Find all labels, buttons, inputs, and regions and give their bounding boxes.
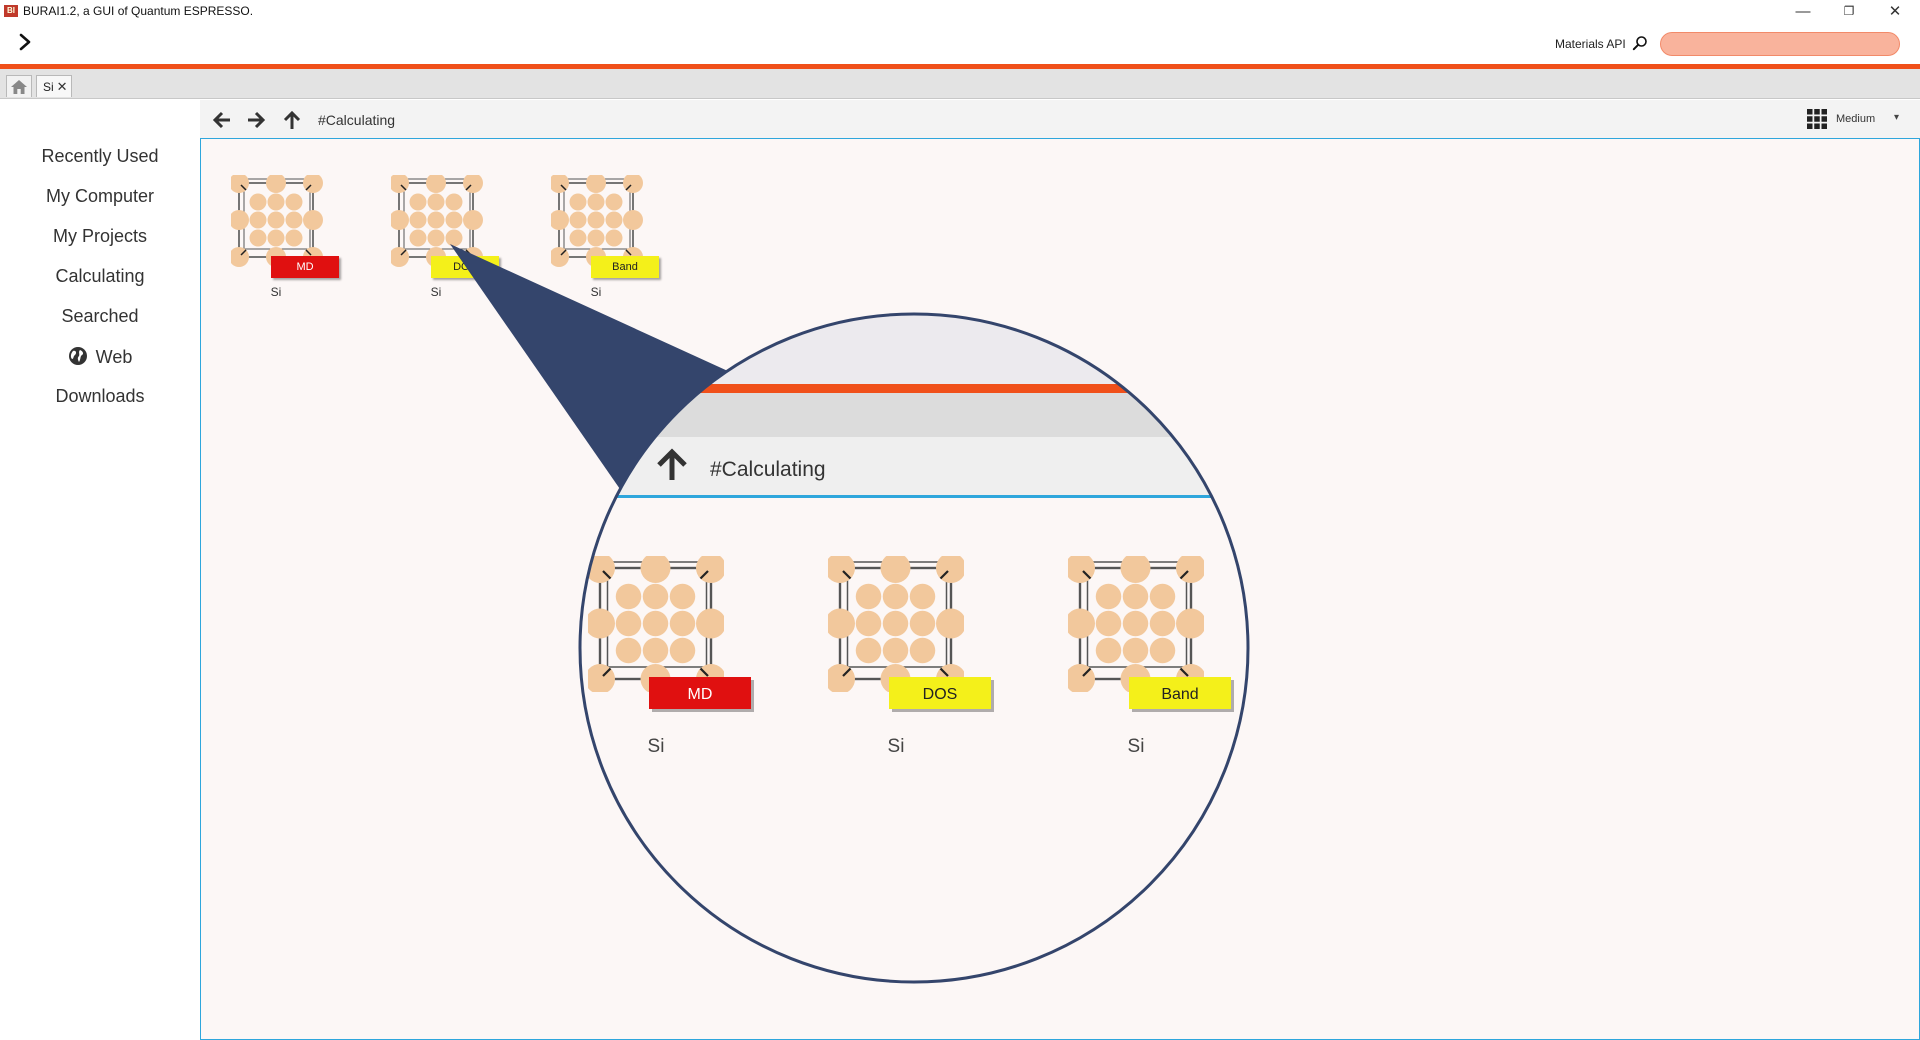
file-name: Si xyxy=(430,285,442,299)
tab-si[interactable]: Si ✕ xyxy=(36,75,72,97)
home-icon xyxy=(11,79,27,94)
file-item[interactable]: MD Si xyxy=(231,175,341,315)
globe-icon xyxy=(68,347,87,365)
chevron-right-icon[interactable] xyxy=(14,30,36,54)
file-browser-pane: MD Si DOS Si Band Si xyxy=(200,138,1920,1040)
sidebar-item-calculating[interactable]: Calculating xyxy=(0,266,200,287)
navigation-bar: #Calculating Medium ▾ xyxy=(200,100,1920,138)
app-icon: BI xyxy=(4,5,18,17)
view-size-select[interactable]: Medium xyxy=(1836,113,1875,125)
arrow-up-icon xyxy=(283,110,301,129)
crystal-structure-icon xyxy=(551,175,643,267)
sidebar-item-label: Web xyxy=(95,347,133,367)
calc-tag-md: MD xyxy=(271,256,339,278)
sidebar: Recently Used My Computer My Projects Ca… xyxy=(0,138,200,1040)
crystal-structure-icon xyxy=(391,175,483,267)
arrow-right-icon xyxy=(248,111,266,129)
back-button[interactable] xyxy=(210,108,234,132)
up-button[interactable] xyxy=(280,108,304,132)
home-tab[interactable] xyxy=(6,75,32,97)
minimize-button[interactable]: — xyxy=(1780,0,1826,22)
arrow-left-icon xyxy=(212,111,230,129)
sidebar-item-web[interactable]: Web xyxy=(0,346,200,368)
tab-close-icon[interactable]: ✕ xyxy=(57,79,68,95)
dropdown-caret-icon[interactable]: ▾ xyxy=(1894,112,1899,123)
window-title: BURAI1.2, a GUI of Quantum ESPRESSO. xyxy=(23,4,254,18)
calc-tag-band: Band xyxy=(591,256,659,278)
crystal-structure-icon xyxy=(231,175,323,267)
sidebar-item-searched[interactable]: Searched xyxy=(0,306,200,327)
file-item[interactable]: DOS Si xyxy=(391,175,501,315)
sidebar-item-downloads[interactable]: Downloads xyxy=(0,386,200,407)
forward-button[interactable] xyxy=(244,108,268,132)
file-name: Si xyxy=(590,285,602,299)
tab-label: Si xyxy=(43,79,54,94)
search-icon[interactable] xyxy=(1632,35,1648,51)
materials-api-search-input[interactable] xyxy=(1660,32,1900,56)
sidebar-item-recently-used[interactable]: Recently Used xyxy=(0,146,200,167)
file-item[interactable]: Band Si xyxy=(551,175,661,315)
sidebar-item-my-projects[interactable]: My Projects xyxy=(0,226,200,247)
title-bar: BI BURAI1.2, a GUI of Quantum ESPRESSO. … xyxy=(0,0,1920,22)
tab-strip: Si ✕ xyxy=(0,69,1920,99)
close-window-button[interactable]: ✕ xyxy=(1872,0,1918,22)
breadcrumb: #Calculating xyxy=(318,112,396,128)
main-toolbar: Materials API xyxy=(0,22,1920,64)
restore-button[interactable]: ❐ xyxy=(1826,0,1872,22)
grid-view-icon[interactable] xyxy=(1806,108,1828,130)
calc-tag-dos: DOS xyxy=(431,256,499,278)
materials-api-label: Materials API xyxy=(1555,37,1626,51)
file-name: Si xyxy=(270,285,282,299)
sidebar-item-my-computer[interactable]: My Computer xyxy=(0,186,200,207)
